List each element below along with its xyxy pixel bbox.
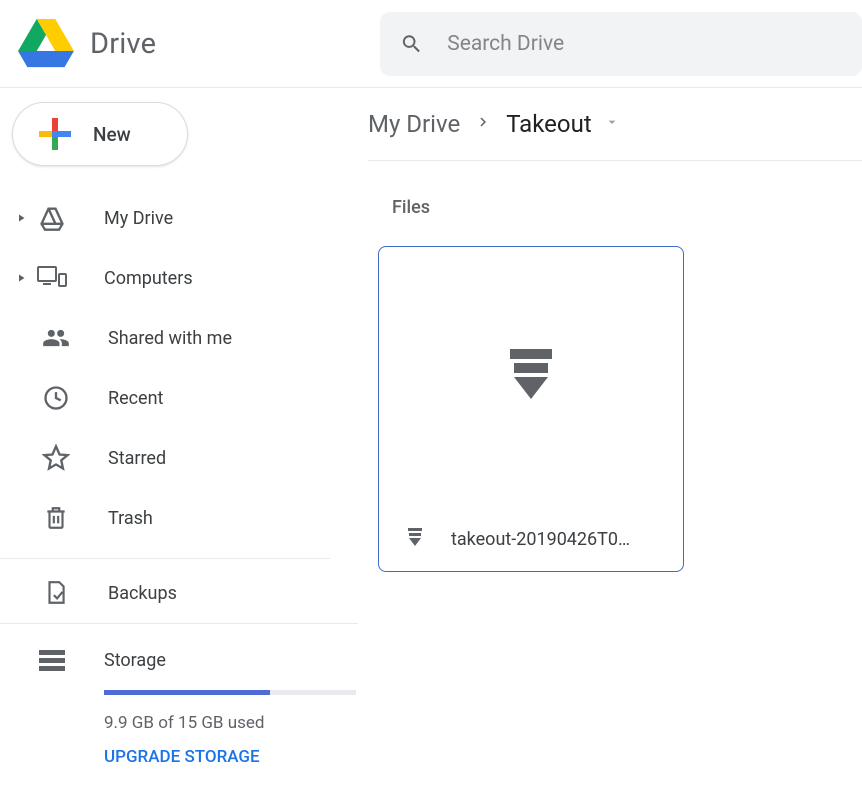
storage-used-text: 9.9 GB of 15 GB used bbox=[104, 713, 358, 733]
archive-mini-icon bbox=[407, 527, 423, 551]
upgrade-storage-link[interactable]: UPGRADE STORAGE bbox=[104, 747, 358, 767]
new-button[interactable]: New bbox=[12, 102, 188, 166]
sidebar-item-storage[interactable]: Storage bbox=[36, 648, 358, 672]
sidebar-item-starred[interactable]: Starred bbox=[0, 428, 358, 488]
file-name: takeout-20190426T0… bbox=[451, 529, 630, 550]
header: Drive bbox=[0, 0, 862, 88]
sidebar-item-recent[interactable]: Recent bbox=[0, 368, 358, 428]
file-preview bbox=[379, 247, 683, 507]
search-bar[interactable] bbox=[380, 12, 862, 76]
sidebar-item-label: Backups bbox=[108, 583, 177, 604]
sidebar: New My Drive Computers bbox=[0, 88, 358, 788]
star-icon bbox=[40, 444, 72, 472]
trash-icon bbox=[40, 504, 72, 532]
drive-logo-icon bbox=[18, 19, 74, 69]
computers-icon bbox=[36, 265, 68, 291]
file-grid: takeout-20190426T0… bbox=[378, 246, 862, 572]
recent-icon bbox=[40, 384, 72, 412]
sidebar-item-trash[interactable]: Trash bbox=[0, 488, 358, 548]
chevron-right-icon bbox=[474, 113, 492, 135]
storage-bar bbox=[104, 690, 356, 695]
sidebar-item-label: Shared with me bbox=[108, 328, 232, 349]
sidebar-item-my-drive[interactable]: My Drive bbox=[0, 188, 358, 248]
sidebar-item-label: Trash bbox=[108, 508, 153, 529]
section-label-files: Files bbox=[392, 197, 862, 218]
file-footer: takeout-20190426T0… bbox=[379, 507, 683, 571]
search-icon bbox=[400, 31, 423, 57]
breadcrumb-current[interactable]: Takeout bbox=[506, 110, 591, 138]
breadcrumb: My Drive Takeout bbox=[368, 110, 862, 161]
sidebar-item-label: Recent bbox=[108, 388, 163, 409]
storage-label: Storage bbox=[104, 650, 166, 671]
nav-list-secondary: Backups bbox=[0, 563, 358, 623]
content-area: My Drive Takeout Files bbox=[358, 88, 862, 788]
sidebar-item-computers[interactable]: Computers bbox=[0, 248, 358, 308]
breadcrumb-dropdown-icon[interactable] bbox=[604, 114, 620, 134]
plus-icon bbox=[37, 116, 73, 152]
sidebar-item-label: Computers bbox=[104, 268, 193, 289]
storage-bar-fill bbox=[104, 690, 270, 695]
expand-arrow-icon[interactable] bbox=[10, 272, 32, 284]
backups-icon bbox=[40, 579, 72, 607]
file-card[interactable]: takeout-20190426T0… bbox=[378, 246, 684, 572]
expand-arrow-icon[interactable] bbox=[10, 212, 32, 224]
new-button-label: New bbox=[93, 123, 131, 146]
search-input[interactable] bbox=[447, 32, 842, 56]
app-title: Drive bbox=[90, 27, 156, 61]
sidebar-item-label: My Drive bbox=[104, 208, 173, 229]
my-drive-icon bbox=[36, 204, 68, 232]
storage-section: Storage 9.9 GB of 15 GB used UPGRADE STO… bbox=[0, 624, 358, 767]
shared-icon bbox=[40, 324, 72, 352]
sidebar-item-shared[interactable]: Shared with me bbox=[0, 308, 358, 368]
sidebar-item-backups[interactable]: Backups bbox=[0, 563, 358, 623]
archive-download-icon bbox=[506, 347, 556, 407]
storage-icon bbox=[36, 648, 68, 672]
logo-area[interactable]: Drive bbox=[0, 19, 380, 69]
nav-list: My Drive Computers Shared with me bbox=[0, 188, 358, 548]
breadcrumb-root[interactable]: My Drive bbox=[368, 110, 460, 138]
divider bbox=[0, 558, 330, 559]
main: New My Drive Computers bbox=[0, 88, 862, 788]
sidebar-item-label: Starred bbox=[108, 448, 166, 469]
